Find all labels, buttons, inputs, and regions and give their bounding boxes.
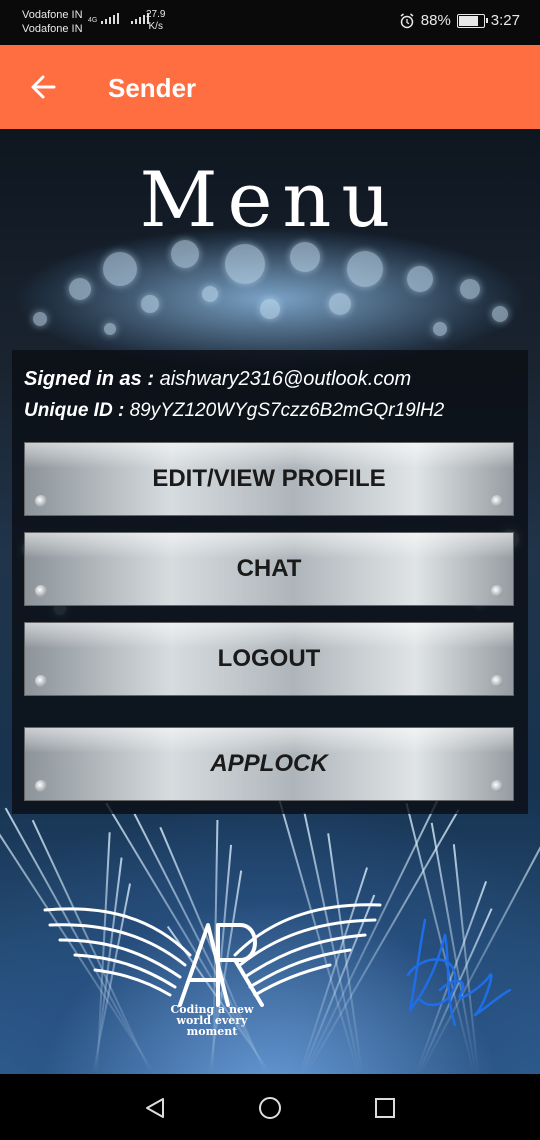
speed-unit: K/s <box>148 21 163 32</box>
unique-id-line: Unique ID : 89yYZ120WYgS7czz6B2mGQr19lH2 <box>24 400 444 422</box>
carrier-2: Vodafone IN <box>22 23 83 35</box>
screw-icon <box>35 675 47 687</box>
back-arrow-icon[interactable] <box>26 69 62 105</box>
chat-button[interactable]: CHAT <box>24 532 514 606</box>
battery-percent: 88% <box>420 12 451 29</box>
ar-wings-logo: Coding a new world every moment <box>43 903 382 1038</box>
logout-button[interactable]: LOGOUT <box>24 622 514 696</box>
screw-icon <box>491 495 503 507</box>
screw-icon <box>35 585 47 597</box>
screw-icon <box>35 780 47 792</box>
network-type-label: 4G <box>88 17 98 24</box>
screw-icon <box>35 495 47 507</box>
battery-icon <box>456 13 488 28</box>
signature-image <box>406 918 512 1027</box>
speed-value: 27.9 <box>146 9 166 20</box>
signal-icon: 4G <box>88 13 150 24</box>
network-speed: 27.9 K/s <box>146 9 165 33</box>
alarm-icon <box>400 12 414 28</box>
applock-button[interactable]: APPLOCK <box>24 727 514 801</box>
screw-icon <box>491 585 503 597</box>
clock: 3:27 <box>490 12 520 29</box>
carrier-1: Vodafone IN <box>22 9 83 21</box>
status-bar: Vodafone IN Vodafone IN 4G 27.9 K/s 88% … <box>0 0 540 45</box>
nav-recents-icon[interactable] <box>373 1096 397 1120</box>
system-nav-bar <box>0 1074 540 1140</box>
menu-panel: Signed in as : aishwary2316@outlook.com … <box>12 350 528 814</box>
unique-id-value: 89yYZ120WYgS7czz6B2mGQr19lH2 <box>129 400 445 421</box>
edit-view-profile-label: EDIT/VIEW PROFILE <box>152 465 386 492</box>
signed-in-label: Signed in as : <box>24 368 155 390</box>
app-bar: Sender <box>0 45 540 129</box>
signed-in-line: Signed in as : aishwary2316@outlook.com <box>24 368 411 391</box>
chat-label: CHAT <box>236 555 302 582</box>
screw-icon <box>491 780 503 792</box>
applock-label: APPLOCK <box>210 750 328 777</box>
page-title: Menu <box>139 155 401 244</box>
app-bar-title: Sender <box>108 73 197 103</box>
screw-icon <box>491 675 503 687</box>
status-right: 88% 3:27 <box>399 12 520 29</box>
logout-label: LOGOUT <box>217 645 321 672</box>
edit-view-profile-button[interactable]: EDIT/VIEW PROFILE <box>24 442 514 516</box>
nav-home-icon[interactable] <box>258 1096 282 1120</box>
unique-id-label: Unique ID : <box>24 400 125 421</box>
carrier-info: Vodafone IN Vodafone IN <box>22 8 83 36</box>
nav-back-icon[interactable] <box>143 1096 167 1120</box>
signed-in-email: aishwary2316@outlook.com <box>159 368 412 390</box>
logo-tagline-line3: moment <box>187 1025 239 1038</box>
